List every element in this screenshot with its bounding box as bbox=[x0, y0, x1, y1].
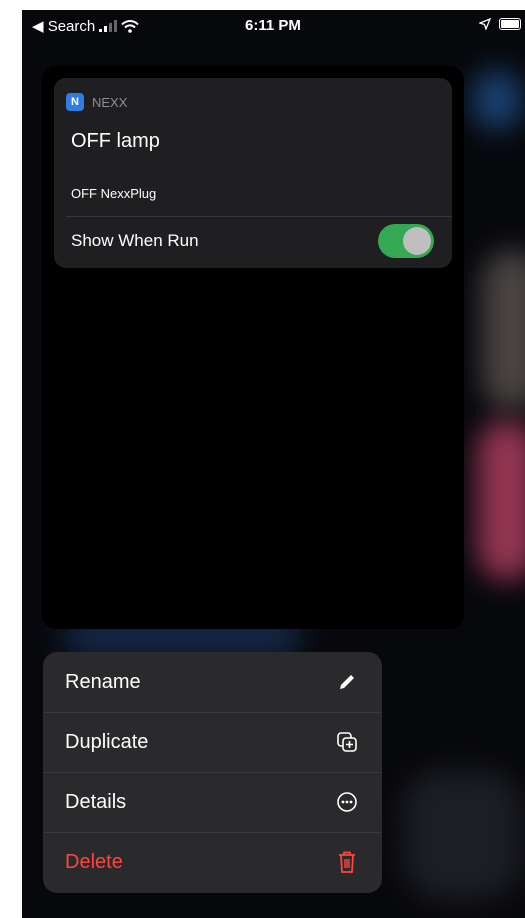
cellular-signal-icon bbox=[99, 20, 118, 32]
pencil-icon bbox=[334, 669, 360, 695]
shortcut-card: N NEXX OFF lamp OFF NexxPlug Show When R… bbox=[54, 78, 452, 268]
shortcut-action: OFF NexxPlug bbox=[71, 186, 157, 201]
toggle-knob bbox=[403, 227, 431, 255]
show-when-run-label: Show When Run bbox=[71, 231, 199, 250]
status-right bbox=[479, 18, 521, 30]
delete-menu-item[interactable]: Delete bbox=[43, 832, 382, 892]
battery-icon bbox=[499, 18, 521, 30]
trash-icon bbox=[334, 849, 360, 875]
app-name: NEXX bbox=[92, 94, 128, 110]
status-time: 6:11 PM bbox=[245, 17, 301, 34]
shortcut-title: OFF lamp bbox=[71, 130, 160, 152]
background-blur-blue bbox=[472, 70, 522, 130]
shortcut-preview: N NEXX OFF lamp OFF NexxPlug Show When R… bbox=[42, 66, 464, 629]
details-label: Details bbox=[65, 791, 127, 813]
duplicate-icon bbox=[334, 729, 360, 755]
duplicate-label: Duplicate bbox=[65, 731, 149, 753]
details-menu-item[interactable]: Details bbox=[43, 772, 382, 832]
duplicate-menu-item[interactable]: Duplicate bbox=[43, 712, 382, 772]
location-arrow-icon bbox=[479, 18, 491, 30]
wifi-icon bbox=[121, 19, 139, 33]
back-to-search[interactable]: ◀ Search bbox=[32, 17, 139, 35]
rename-label: Rename bbox=[65, 671, 141, 693]
context-menu: Rename Duplicate Details Delete bbox=[43, 652, 382, 893]
show-when-run-toggle[interactable] bbox=[378, 224, 434, 258]
status-bar: ◀ Search 6:11 PM bbox=[22, 10, 525, 44]
ellipsis-circle-icon bbox=[334, 789, 360, 815]
divider bbox=[66, 216, 452, 217]
rename-menu-item[interactable]: Rename bbox=[43, 652, 382, 712]
back-label[interactable]: ◀ Search bbox=[32, 17, 95, 35]
nexx-app-icon: N bbox=[66, 93, 84, 111]
background-blur-dark bbox=[402, 770, 522, 900]
phone-screen: ◀ Search 6:11 PM N NEXX OFF lamp OFF Nex… bbox=[22, 10, 525, 918]
background-blur-gray bbox=[482, 250, 525, 410]
delete-label: Delete bbox=[65, 851, 123, 873]
background-blur-pink bbox=[477, 420, 525, 580]
app-row: N NEXX bbox=[66, 93, 127, 111]
